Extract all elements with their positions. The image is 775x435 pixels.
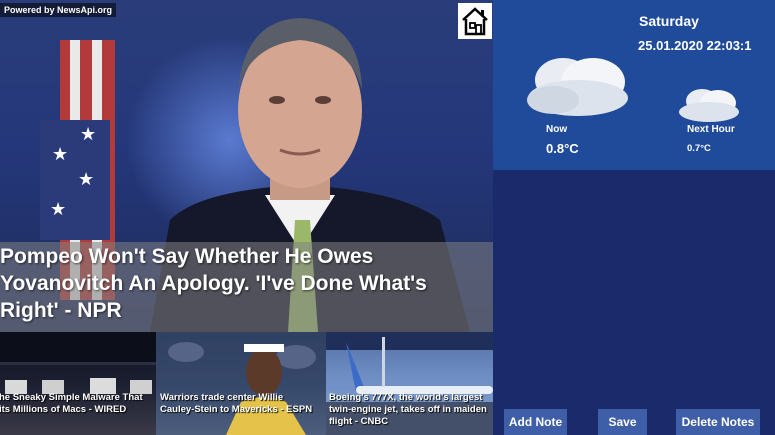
svg-text:★: ★ [80,124,96,144]
side-panel: Saturday 25.01.2020 22:03:1 Now 0.8°C Ne… [493,0,775,435]
cloud-icon [527,58,628,116]
weather-next-hour-label: Next Hour [687,124,735,135]
weather-day: Saturday [639,13,699,29]
news-tile-3[interactable]: Boeing's 777X, the world's largest twin-… [326,332,493,435]
delete-notes-button[interactable]: Delete Notes [676,409,760,435]
news-tile-1-photo [0,332,156,394]
save-button[interactable]: Save [598,409,647,435]
news-tile-3-caption: Boeing's 777X, the world's largest twin-… [329,392,487,427]
powered-by-label: Powered by NewsApi.org [0,3,117,17]
home-button[interactable] [458,3,492,39]
home-icon [462,7,488,36]
news-tile-2[interactable]: Warriors trade center Willie Cauley-Stei… [156,332,326,435]
news-tile-1-caption: he Sneaky Simple Malware That its Millio… [0,392,143,415]
news-panel: ★ ★ ★ ★ Powered by NewsApi.org Pompeo Wo… [0,0,493,435]
cloud-icon [679,89,739,122]
weather-datetime: 25.01.2020 22:03:1 [638,38,752,53]
headline-title[interactable]: Pompeo Won't Say Whether He Owes Yovanov… [0,243,490,324]
weather-now-label: Now [546,124,568,135]
weather-widget: Saturday 25.01.2020 22:03:1 Now 0.8°C Ne… [493,0,775,170]
news-tile-2-photo [156,332,326,435]
svg-text:★: ★ [78,169,94,189]
add-note-button[interactable]: Add Note [504,409,567,435]
news-tile-1[interactable]: he Sneaky Simple Malware That its Millio… [0,332,156,435]
weather-now-temperature: 0.8°C [546,141,579,156]
news-tile-2-caption: Warriors trade center Willie Cauley-Stei… [160,392,313,415]
svg-text:★: ★ [50,199,66,219]
weather-next-hour-temperature: 0.7°C [687,143,711,154]
news-tiles: he Sneaky Simple Malware That its Millio… [0,332,493,435]
svg-text:★: ★ [52,144,68,164]
